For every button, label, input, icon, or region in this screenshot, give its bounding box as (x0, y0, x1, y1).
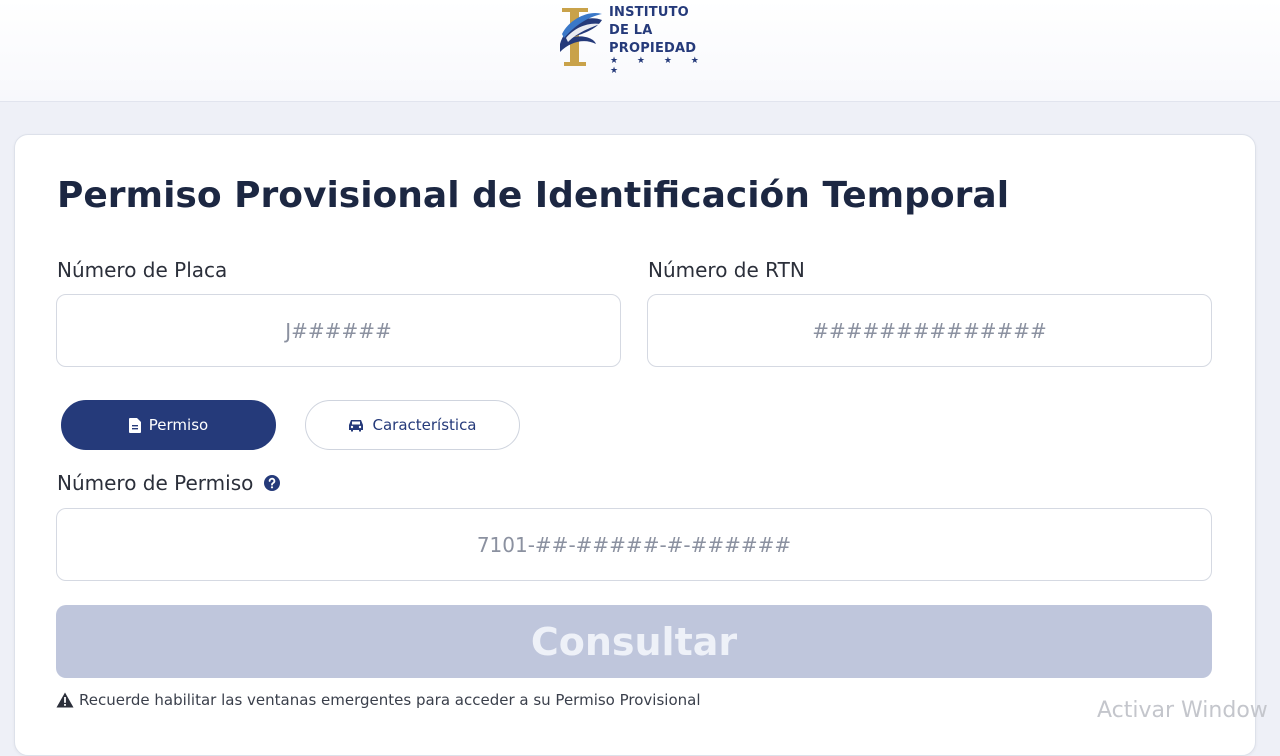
tab-caracteristica[interactable]: Característica (305, 400, 520, 450)
page-title: Permiso Provisional de Identificación Te… (57, 175, 1010, 216)
permit-label: Número de Permiso (57, 471, 254, 495)
popup-notice-text: Recuerde habilitar las ventanas emergent… (79, 691, 701, 709)
logo-line-1: INSTITUTO (609, 5, 689, 20)
question-circle-icon[interactable] (263, 475, 280, 491)
logo-stars: ★ ★ ★ ★ ★ (610, 56, 707, 76)
warning-icon (56, 692, 74, 708)
plate-label: Número de Placa (57, 258, 228, 282)
logo-line-2: DE LA (609, 23, 653, 38)
permit-input[interactable] (56, 508, 1212, 581)
permit-label-row: Número de Permiso (57, 471, 280, 495)
plate-input[interactable] (56, 294, 621, 367)
tab-permiso-label: Permiso (148, 416, 209, 434)
tab-permiso[interactable]: Permiso (61, 400, 276, 450)
site-header: INSTITUTO DE LA PROPIEDAD ★ ★ ★ ★ ★ (0, 0, 1280, 102)
document-icon (128, 417, 141, 433)
rtn-label: Número de RTN (648, 258, 805, 282)
logo-wordmark: INSTITUTO DE LA PROPIEDAD (609, 4, 696, 58)
car-icon (349, 419, 364, 431)
activation-watermark: Activar Window (1097, 698, 1268, 723)
institute-logo: INSTITUTO DE LA PROPIEDAD ★ ★ ★ ★ ★ (556, 2, 726, 76)
tab-caracteristica-label: Característica (372, 416, 477, 434)
popup-notice: Recuerde habilitar las ventanas emergent… (56, 691, 700, 709)
consult-button[interactable]: Consultar (56, 605, 1212, 678)
rtn-input[interactable] (647, 294, 1212, 367)
institute-logo-icon (560, 8, 602, 66)
